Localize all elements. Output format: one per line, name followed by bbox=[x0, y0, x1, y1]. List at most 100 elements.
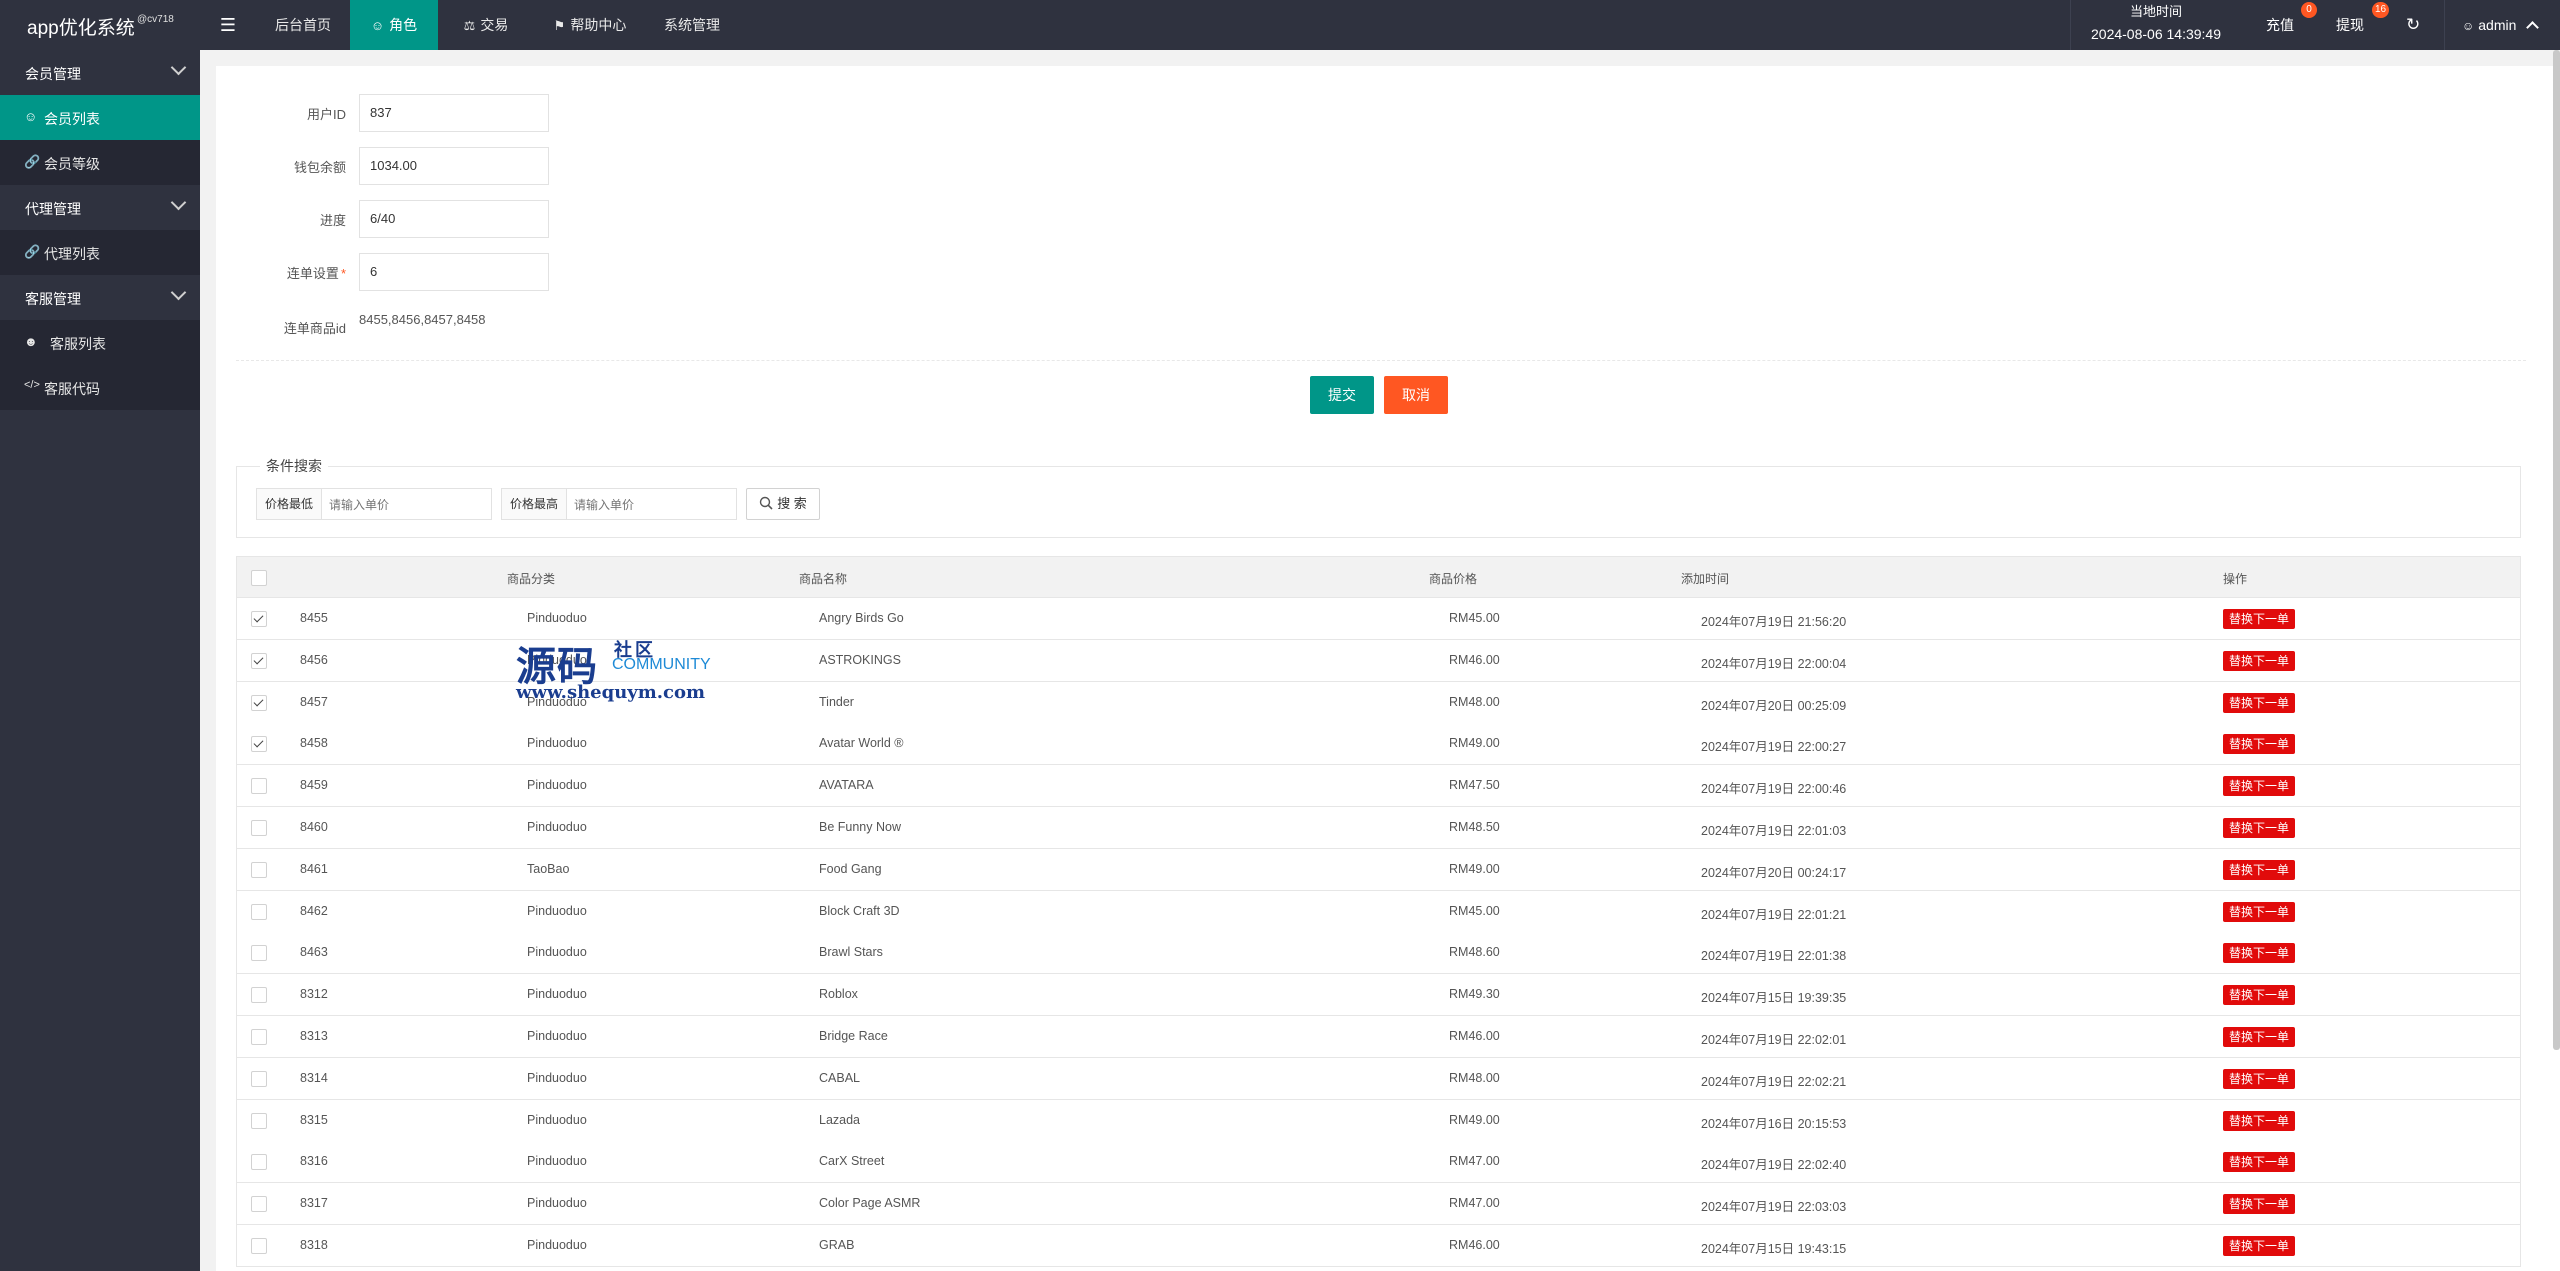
recharge-button[interactable]: 充值 bbox=[2266, 0, 2294, 50]
cell-id: 8461 bbox=[300, 862, 328, 876]
replace-next-order-button[interactable]: 替换下一单 bbox=[2223, 860, 2296, 880]
user-id-field[interactable]: 837 bbox=[359, 94, 549, 132]
app-version: @cv718 bbox=[137, 14, 174, 25]
replace-next-order-button[interactable]: 替换下一单 bbox=[2223, 776, 2296, 796]
cell-category: TaoBao bbox=[527, 862, 570, 876]
replace-next-order-button[interactable]: 替换下一单 bbox=[2223, 734, 2296, 754]
menu-toggle-icon[interactable]: ☰ bbox=[212, 0, 244, 50]
recharge-badge: 0 bbox=[2301, 2, 2317, 18]
replace-next-order-button[interactable]: 替换下一单 bbox=[2223, 1194, 2296, 1214]
cell-id: 8315 bbox=[300, 1113, 328, 1127]
refresh-icon[interactable]: ↻ bbox=[2406, 0, 2420, 50]
cell-id: 8459 bbox=[300, 778, 328, 792]
user-menu[interactable]: ☺ admin bbox=[2462, 0, 2540, 50]
row-checkbox[interactable] bbox=[251, 1196, 267, 1212]
replace-next-order-button[interactable]: 替换下一单 bbox=[2223, 902, 2296, 922]
cell-name: CABAL bbox=[819, 1071, 860, 1085]
row-checkbox[interactable] bbox=[251, 987, 267, 1003]
page-scrollbar[interactable] bbox=[2553, 50, 2560, 1050]
col-price-header: 商品价格 bbox=[1429, 572, 1478, 586]
nav-tab-help[interactable]: ⚑ 帮助中心 bbox=[540, 0, 640, 50]
cancel-button[interactable]: 取消 bbox=[1384, 376, 1448, 414]
select-all-checkbox[interactable] bbox=[251, 570, 267, 586]
row-checkbox[interactable] bbox=[251, 1071, 267, 1087]
row-checkbox[interactable] bbox=[251, 1154, 267, 1170]
sidebar-group-members[interactable]: 会员管理 bbox=[0, 50, 200, 95]
table-row: 8315 Pinduoduo Lazada RM49.00 2024年07月16日 20… bbox=[236, 1100, 2521, 1142]
replace-next-order-button[interactable]: 替换下一单 bbox=[2223, 1236, 2296, 1256]
cell-time: 2024年07月19日 22:01:38 bbox=[1701, 949, 1847, 963]
required-mark: * bbox=[340, 266, 346, 281]
cell-id: 8463 bbox=[300, 945, 328, 959]
progress-field[interactable]: 6/40 bbox=[359, 200, 549, 238]
sidebar: 会员管理 ☺ 会员列表 🔗 会员等级 代理管理 🔗 代理列表 客服管理 ☻ 客服… bbox=[0, 50, 200, 1271]
row-checkbox[interactable] bbox=[251, 904, 267, 920]
min-price-input[interactable] bbox=[321, 489, 491, 521]
cell-time: 2024年07月19日 22:02:21 bbox=[1701, 1075, 1847, 1089]
chain-field[interactable]: 6 bbox=[359, 253, 549, 291]
replace-next-order-button[interactable]: 替换下一单 bbox=[2223, 693, 2296, 713]
row-checkbox[interactable] bbox=[251, 862, 267, 878]
balance-label: 钱包余额 bbox=[293, 160, 346, 175]
row-checkbox[interactable] bbox=[251, 820, 267, 836]
nav-tab-trade[interactable]: ⚖ 交易 bbox=[446, 0, 526, 50]
row-checkbox[interactable] bbox=[251, 1113, 267, 1129]
cell-name: Color Page ASMR bbox=[819, 1196, 921, 1210]
form-divider bbox=[236, 360, 2526, 361]
replace-next-order-button[interactable]: 替换下一单 bbox=[2223, 1069, 2296, 1089]
row-checkbox[interactable] bbox=[251, 611, 267, 627]
nav-tab-role[interactable]: ☺ 角色 bbox=[350, 0, 438, 50]
table-row: 8461 TaoBao Food Gang RM49.00 2024年07月20日 00… bbox=[236, 849, 2521, 891]
replace-next-order-button[interactable]: 替换下一单 bbox=[2223, 609, 2296, 629]
users-icon: ☻ bbox=[24, 334, 38, 349]
replace-next-order-button[interactable]: 替换下一单 bbox=[2223, 985, 2296, 1005]
sidebar-item-support-list[interactable]: ☻ 客服列表 bbox=[0, 320, 200, 365]
form-row-chain: 连单设置 * 6 bbox=[216, 253, 556, 291]
min-price-group: 价格最低 bbox=[256, 488, 492, 521]
max-price-input[interactable] bbox=[566, 489, 736, 521]
cell-id: 8316 bbox=[300, 1154, 328, 1168]
table-row: 8462 Pinduoduo Block Craft 3D RM45.00 2024年0… bbox=[236, 891, 2521, 933]
cell-id: 8313 bbox=[300, 1029, 328, 1043]
sidebar-group-support[interactable]: 客服管理 bbox=[0, 275, 200, 320]
row-checkbox[interactable] bbox=[251, 736, 267, 752]
nav-tab-system[interactable]: 系统管理 bbox=[650, 0, 734, 50]
sidebar-item-support-code[interactable]: </> 客服代码 bbox=[0, 365, 200, 410]
search-button[interactable]: 搜 索 bbox=[746, 488, 820, 520]
replace-next-order-button[interactable]: 替换下一单 bbox=[2223, 818, 2296, 838]
cell-price: RM46.00 bbox=[1449, 1029, 1500, 1043]
withdraw-button[interactable]: 提现 bbox=[2336, 0, 2364, 50]
row-checkbox[interactable] bbox=[251, 695, 267, 711]
replace-next-order-button[interactable]: 替换下一单 bbox=[2223, 1111, 2296, 1131]
sidebar-item-label: 客服列表 bbox=[50, 336, 106, 352]
max-price-group: 价格最高 bbox=[501, 488, 737, 521]
row-checkbox[interactable] bbox=[251, 1238, 267, 1254]
sidebar-item-member-list[interactable]: ☺ 会员列表 bbox=[0, 95, 200, 140]
sidebar-item-agent-list[interactable]: 🔗 代理列表 bbox=[0, 230, 200, 275]
sidebar-item-member-level[interactable]: 🔗 会员等级 bbox=[0, 140, 200, 185]
cell-price: RM47.00 bbox=[1449, 1196, 1500, 1210]
replace-next-order-button[interactable]: 替换下一单 bbox=[2223, 1027, 2296, 1047]
row-checkbox[interactable] bbox=[251, 778, 267, 794]
search-legend: 条件搜索 bbox=[260, 456, 328, 476]
replace-next-order-button[interactable]: 替换下一单 bbox=[2223, 651, 2296, 671]
cell-id: 8456 bbox=[300, 653, 328, 667]
progress-label: 进度 bbox=[319, 213, 346, 228]
cell-category: Pinduoduo bbox=[527, 1238, 587, 1252]
table-row: 8317 Pinduoduo Color Page ASMR RM47.00 2024年… bbox=[236, 1183, 2521, 1225]
row-checkbox[interactable] bbox=[251, 1029, 267, 1045]
replace-next-order-button[interactable]: 替换下一单 bbox=[2223, 1152, 2296, 1172]
nav-tab-home[interactable]: 后台首页 bbox=[258, 0, 348, 50]
table-header: 商品分类 商品名称 商品价格 添加时间 操作 bbox=[236, 556, 2521, 598]
sidebar-group-agents[interactable]: 代理管理 bbox=[0, 185, 200, 230]
cell-name: Angry Birds Go bbox=[819, 611, 904, 625]
replace-next-order-button[interactable]: 替换下一单 bbox=[2223, 943, 2296, 963]
balance-field[interactable]: 1034.00 bbox=[359, 147, 549, 185]
row-checkbox[interactable] bbox=[251, 945, 267, 961]
submit-button[interactable]: 提交 bbox=[1310, 376, 1374, 414]
watermark-en: COMMUNITY bbox=[612, 656, 711, 673]
table-row: 8458 Pinduoduo Avatar World ® RM49.00 2024年0… bbox=[236, 723, 2521, 765]
row-checkbox[interactable] bbox=[251, 653, 267, 669]
cell-price: RM47.00 bbox=[1449, 1154, 1500, 1168]
cell-price: RM48.50 bbox=[1449, 820, 1500, 834]
